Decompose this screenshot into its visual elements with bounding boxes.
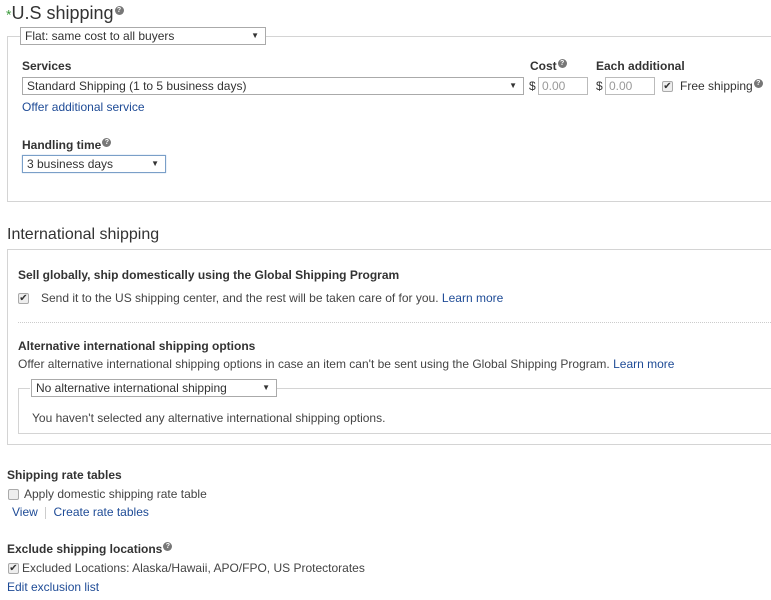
each-additional-label: Each additional — [596, 59, 685, 73]
help-icon[interactable]: ? — [102, 138, 112, 147]
alt-description: Offer alternative international shipping… — [18, 357, 675, 371]
apply-rate-table-label: Apply domestic shipping rate table — [24, 487, 207, 501]
us-box-bottom — [7, 201, 771, 202]
rate-table-links: View Create rate tables — [12, 505, 149, 519]
edit-exclusion-list-link[interactable]: Edit exclusion list — [7, 580, 99, 594]
help-icon[interactable]: ? — [114, 6, 124, 15]
alt-shipping-select[interactable]: No alternative international shipping ▼ — [31, 379, 277, 397]
alt-box-top-right — [277, 388, 771, 389]
international-shipping-title: International shipping — [7, 226, 160, 243]
alt-heading: Alternative international shipping optio… — [18, 339, 256, 353]
dropdown-icon: ▼ — [151, 159, 159, 168]
us-box-top-right — [266, 36, 771, 37]
alt-empty-message: You haven't selected any alternative int… — [32, 411, 386, 425]
gsp-learn-more-link[interactable]: Learn more — [442, 291, 503, 305]
alt-box-top-left — [18, 388, 30, 389]
apply-rate-table-checkbox[interactable] — [8, 489, 19, 500]
offer-additional-service-link[interactable]: Offer additional service — [22, 100, 145, 114]
handling-time-label: Handling time? — [22, 138, 112, 152]
us-shipping-title: *U.S shipping? — [6, 3, 124, 24]
us-box-left — [7, 36, 8, 202]
cost-currency: $ — [529, 79, 536, 93]
intl-box-left — [7, 249, 8, 445]
services-label: Services — [22, 59, 72, 73]
intl-box-bottom — [7, 444, 771, 445]
handling-time-select[interactable]: 3 business days ▼ — [22, 155, 166, 173]
link-separator — [45, 506, 47, 519]
dropdown-icon: ▼ — [509, 81, 517, 90]
shipping-type-select[interactable]: Flat: same cost to all buyers ▼ — [20, 27, 266, 45]
service-select[interactable]: Standard Shipping (1 to 5 business days)… — [22, 77, 524, 95]
alt-learn-more-link[interactable]: Learn more — [613, 357, 674, 371]
dotted-divider — [18, 322, 771, 323]
free-shipping-label: Free shipping? — [680, 79, 763, 93]
dropdown-icon: ▼ — [262, 383, 270, 392]
cost-label: Cost? — [530, 59, 567, 73]
cost-input[interactable]: 0.00 — [538, 77, 588, 95]
excluded-locations-checkbox[interactable]: ✔ — [8, 563, 19, 574]
rate-tables-heading: Shipping rate tables — [7, 468, 122, 482]
create-rate-tables-link[interactable]: Create rate tables — [53, 505, 148, 519]
excluded-locations-label: Excluded Locations: Alaska/Hawaii, APO/F… — [22, 561, 365, 575]
exclude-heading: Exclude shipping locations? — [7, 542, 173, 556]
gsp-heading: Sell globally, ship domestically using t… — [18, 268, 400, 282]
each-additional-currency: $ — [596, 79, 603, 93]
help-icon[interactable]: ? — [557, 59, 567, 68]
help-icon[interactable]: ? — [753, 79, 763, 88]
view-rate-table-link[interactable]: View — [12, 505, 38, 519]
alt-box-bottom — [18, 433, 771, 434]
alt-box-left — [18, 388, 19, 434]
us-box-top-left — [7, 36, 20, 37]
gsp-checkbox-label: Send it to the US shipping center, and t… — [41, 291, 504, 305]
each-additional-input[interactable]: 0.00 — [605, 77, 655, 95]
intl-box-top — [7, 249, 771, 250]
gsp-checkbox[interactable]: ✔ — [18, 293, 29, 304]
help-icon[interactable]: ? — [163, 542, 173, 551]
dropdown-icon: ▼ — [251, 31, 259, 40]
free-shipping-checkbox[interactable]: ✔ — [662, 81, 673, 92]
